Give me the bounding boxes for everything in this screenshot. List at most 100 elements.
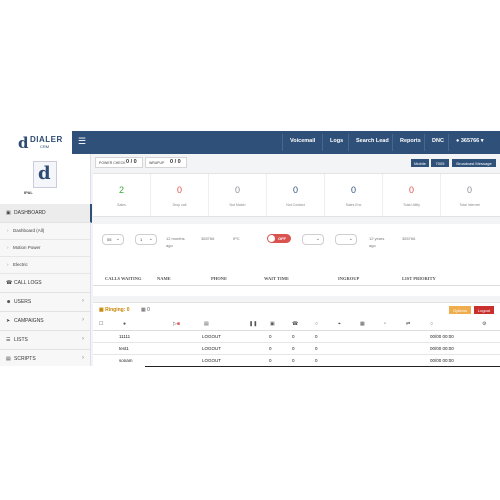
chart-icon: ▤ xyxy=(204,321,209,327)
agent-name: test1 xyxy=(119,346,129,351)
divider-line xyxy=(145,366,500,367)
chevron-right-icon: › xyxy=(82,298,84,304)
agent-status: LOGOUT xyxy=(202,358,222,363)
chevron-down-icon: ⌄ xyxy=(148,236,153,242)
shuffle-icon: ⇄ xyxy=(406,321,411,327)
sidebar-subitem-electric[interactable]: › Electric xyxy=(0,257,90,274)
agent-count-c: 0 xyxy=(315,358,318,363)
stat-not-match[interactable]: 0 Not Match xyxy=(209,174,267,216)
calls-waiting-header: CALLS WAITING NAME PHONE WAIT TIME INGRO… xyxy=(93,272,500,286)
nav-logs[interactable]: Logs xyxy=(330,138,343,144)
top-chips: POWER CHECK 0 / 0 WRAPUP 0 / 0 Mobile 70… xyxy=(93,157,500,168)
filter-select-value: 1 xyxy=(140,237,143,242)
filter-age-1: 12 months xyxy=(166,236,185,241)
user-menu[interactable]: ● 365766 ▾ xyxy=(456,138,484,144)
agent-count-c: 0 xyxy=(315,346,318,351)
stat-value: 0 xyxy=(350,185,356,195)
chevron-down-icon: ⌄ xyxy=(348,236,353,242)
sidebar-item-call-logs[interactable]: ☎ CALL LOGS xyxy=(0,274,90,293)
users-icon: ☻ xyxy=(6,299,12,305)
nav-dnc[interactable]: DNC xyxy=(432,138,444,144)
nav-divider xyxy=(282,134,283,151)
nav-search-lead[interactable]: Search Lead xyxy=(356,138,389,144)
sidebar-item-dashboard[interactable]: ▣ DASHBOARD xyxy=(0,204,92,223)
stat-total-utility[interactable]: 0 Total Utility xyxy=(383,174,441,216)
agents-panel: ▦ Ringing: 0 ▦ 0 Options Logout ☐ ● ▷■ ▤… xyxy=(93,302,500,366)
logo[interactable]: d DIALER CRM xyxy=(0,131,72,154)
status-toggle[interactable]: OFF xyxy=(267,234,291,243)
stat-value: 0 xyxy=(176,185,182,195)
nav-divider xyxy=(322,134,323,151)
stat-value: 0 xyxy=(466,185,472,195)
filter-age-sub-2: ago xyxy=(369,243,376,248)
sidebar-item-campaigns[interactable]: ➤ CAMPAIGNS › xyxy=(0,312,90,331)
extension-button[interactable]: 7005 xyxy=(431,159,449,167)
filter-select-4[interactable]: ⌄ xyxy=(335,234,357,245)
sidebar-subitem-dashboard-all[interactable]: › Dashboard (All) xyxy=(0,223,90,240)
hamburger-menu-icon[interactable]: ☰ xyxy=(78,136,86,147)
toggle-label: OFF xyxy=(278,236,286,241)
sidebar-item-lists[interactable]: ☰ LISTS › xyxy=(0,331,90,350)
options-button[interactable]: Options xyxy=(449,306,471,314)
avatar-logo-icon: d xyxy=(38,163,51,184)
sidebar-item-users[interactable]: ☻ USERS › xyxy=(0,293,90,312)
dialer-app: d DIALER CRM ☰ Voicemail Logs Search Lea… xyxy=(0,131,500,366)
agents-header-row: ☐ ● ▷■ ▤ ❚❚ ▣ ☎ ○ ⌖ ▦ ◔ ⇄ ○ ⚙ xyxy=(93,319,500,331)
main-content: POWER CHECK 0 / 0 WRAPUP 0 / 0 Mobile 70… xyxy=(93,154,500,366)
stat-label: Sales xyxy=(117,203,126,207)
agent-count-a: 0 xyxy=(269,358,272,363)
filter-select-3[interactable]: ⌄ xyxy=(302,234,324,245)
col-list-priority: LIST PRIORITY xyxy=(402,276,436,281)
stat-value: 2 xyxy=(118,185,124,195)
top-navbar: ☰ Voicemail Logs Search Lead Reports DNC… xyxy=(72,131,500,154)
broadcast-message-button[interactable]: Broadcast Message xyxy=(452,159,496,167)
sidebar: d IPAL ▣ DASHBOARD › Dashboard (All) › M… xyxy=(0,154,92,366)
filter-age-2: 12 years xyxy=(369,236,385,241)
volume-icon: ▷■ xyxy=(173,321,180,327)
chevron-right-icon: › xyxy=(82,355,84,361)
table-row[interactable]: 11111 LOGOUT 0 0 0 00/00 00:00 xyxy=(93,331,500,343)
agent-name: sonam xyxy=(119,358,133,363)
crosshair-icon: ⌖ xyxy=(338,321,341,327)
list-icon: ☰ xyxy=(6,337,11,343)
sidebar-item-scripts[interactable]: ▤ SCRIPTS › xyxy=(0,350,90,366)
sidebar-subitem-label: Motion Power xyxy=(13,245,41,250)
sidebar-item-label: DASHBOARD xyxy=(14,210,46,216)
col-wait-time: WAIT TIME xyxy=(264,276,289,281)
filter-select-1[interactable]: 05 ⌄ xyxy=(102,234,124,245)
nav-voicemail[interactable]: Voicemail xyxy=(290,138,315,144)
stat-value: 0 xyxy=(234,185,240,195)
table-row[interactable]: sonam LOGOUT 0 0 0 00/00 00:00 xyxy=(93,355,500,366)
time-icon: ○ xyxy=(430,321,434,327)
mobile-button[interactable]: Mobile xyxy=(411,159,429,167)
stat-total-internet[interactable]: 0 Total Internet xyxy=(441,174,498,216)
power-check-value: 0 / 0 xyxy=(126,159,137,165)
dashboard-icon: ▣ xyxy=(6,210,11,216)
agent-status: LOGOUT xyxy=(202,346,222,351)
col-name: NAME xyxy=(157,276,171,281)
stat-sales[interactable]: 2 Sales xyxy=(93,174,151,216)
campaign-icon: ➤ xyxy=(6,318,11,324)
gear-icon[interactable]: ⚙ xyxy=(482,321,486,327)
logout-button[interactable]: Logout xyxy=(474,306,494,314)
table-row[interactable]: test1 LOGOUT 0 0 0 00/00 00:00 xyxy=(93,343,500,355)
col-phone: PHONE xyxy=(211,276,228,281)
checkbox-icon[interactable]: ☐ xyxy=(99,321,103,327)
col-calls-waiting: CALLS WAITING xyxy=(105,276,142,281)
sidebar-item-label: LISTS xyxy=(14,337,28,343)
nav-divider xyxy=(348,134,349,151)
avatar[interactable]: d xyxy=(33,161,57,188)
stat-not-contact[interactable]: 0 Not Contact xyxy=(267,174,325,216)
filter-ipc: IPC xyxy=(233,236,240,241)
sidebar-item-label: SCRIPTS xyxy=(14,356,36,362)
nav-reports[interactable]: Reports xyxy=(400,138,421,144)
comment-icon: ○ xyxy=(315,321,319,327)
stat-drop-call[interactable]: 0 Drop call xyxy=(151,174,209,216)
agent-time: 00/00 00:00 xyxy=(430,358,454,363)
table-icon: ▦ xyxy=(360,321,365,327)
stat-label: Not Contact xyxy=(286,203,305,207)
nav-divider xyxy=(448,134,449,151)
stat-sales-enc[interactable]: 0 Sales Enc xyxy=(325,174,383,216)
sidebar-subitem-motion-power[interactable]: › Motion Power xyxy=(0,240,90,257)
filter-select-2[interactable]: 1 ⌄ xyxy=(135,234,157,245)
